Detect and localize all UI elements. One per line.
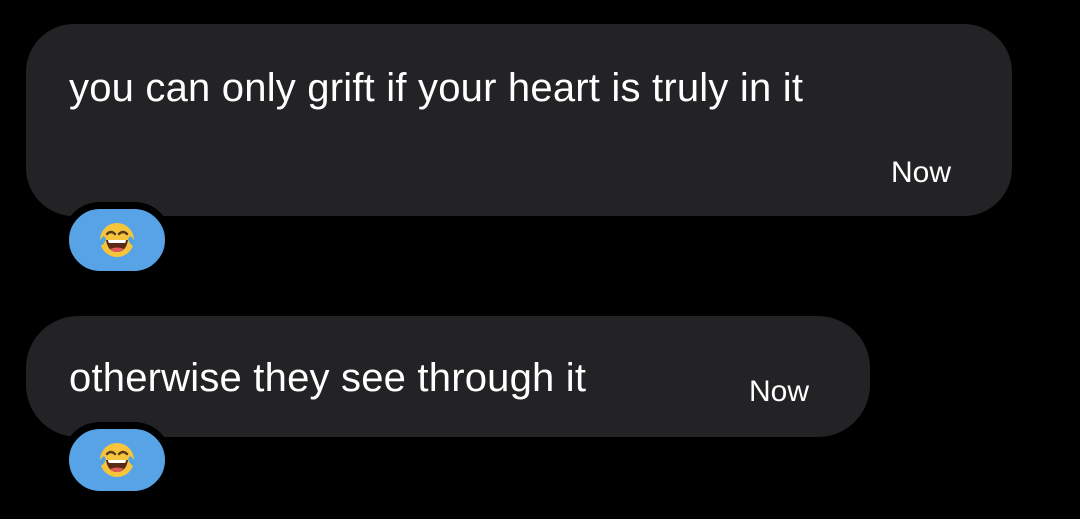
reaction-badge[interactable] <box>62 422 172 498</box>
message-text: you can only grift if your heart is trul… <box>69 66 804 110</box>
message-text: otherwise they see through it <box>69 356 587 400</box>
message-bubble[interactable]: otherwise they see through it Now <box>26 316 870 437</box>
face-with-tears-of-joy-icon <box>95 218 139 262</box>
message-timestamp: Now <box>891 156 952 189</box>
face-with-tears-of-joy-icon <box>95 438 139 482</box>
message-timestamp: Now <box>749 375 810 408</box>
reaction-badge[interactable] <box>62 202 172 278</box>
message-bubble[interactable]: you can only grift if your heart is trul… <box>26 24 1012 216</box>
